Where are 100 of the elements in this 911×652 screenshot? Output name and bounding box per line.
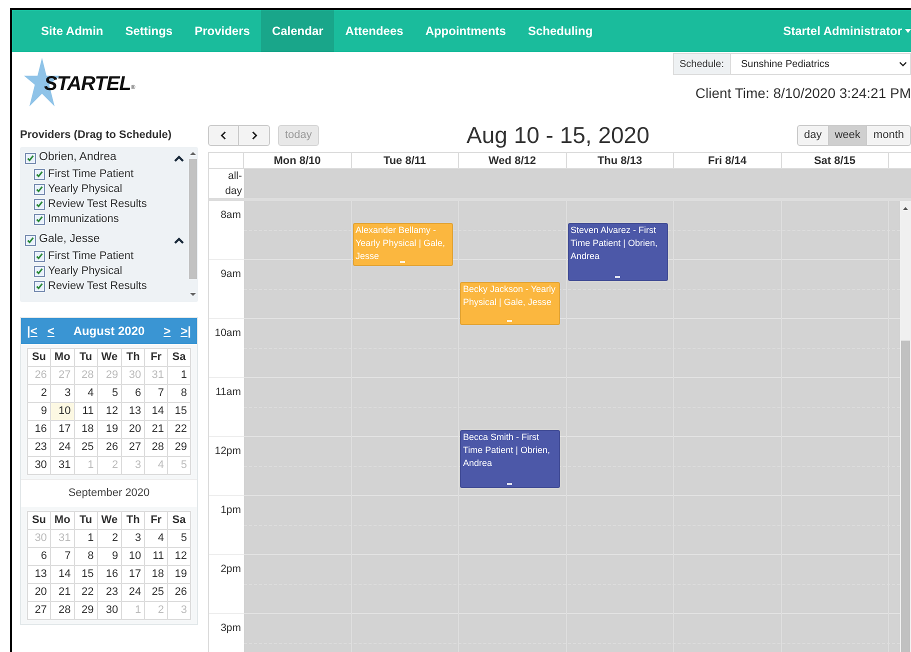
chevron-up-icon[interactable] xyxy=(174,236,184,244)
appointment-event[interactable]: Becca Smith - First Time Patient | Obrien, Andrea xyxy=(460,430,560,488)
day-cell[interactable]: 30 xyxy=(28,456,50,474)
appointment-type[interactable]: First Time Patient xyxy=(48,166,134,182)
checkbox[interactable] xyxy=(34,214,45,224)
day-header: Wed 8/12 xyxy=(459,153,566,168)
appointment-type[interactable]: Immunizations xyxy=(48,210,119,228)
day-cell[interactable]: 1 xyxy=(74,529,98,547)
day-cell[interactable]: 15 xyxy=(168,402,190,420)
day-cell[interactable]: 21 xyxy=(144,420,168,438)
day-cell[interactable]: 29 xyxy=(74,601,98,619)
day-cell[interactable]: 13 xyxy=(28,565,50,583)
appointment-event[interactable]: Steven Alvarez - First Time Patient | Obrien, Andrea xyxy=(568,223,668,281)
checkbox[interactable] xyxy=(34,184,45,194)
day-cell[interactable]: 12 xyxy=(97,402,122,420)
day-cell[interactable]: 31 xyxy=(50,456,74,474)
day-cell[interactable]: 30 xyxy=(97,601,122,619)
schedule-select[interactable]: Schedule: Sunshine Pediatrics xyxy=(672,53,911,75)
day-cell[interactable]: 2 xyxy=(97,529,122,547)
chevron-left-icon xyxy=(220,130,227,140)
day-cell[interactable]: 8 xyxy=(168,384,190,402)
day-cell[interactable]: 23 xyxy=(97,583,122,601)
day-cell[interactable]: 11 xyxy=(74,402,98,420)
day-cell[interactable]: 12 xyxy=(168,547,190,565)
day-cell[interactable]: 9 xyxy=(28,402,50,420)
day-cell[interactable]: 15 xyxy=(74,565,98,583)
day-cell[interactable]: 7 xyxy=(50,547,74,565)
resize-handle-icon[interactable] xyxy=(614,276,620,278)
day-cell[interactable]: 17 xyxy=(50,420,74,438)
day-cell[interactable]: 5 xyxy=(168,529,190,547)
weekday-header: Tu xyxy=(74,511,98,529)
day-cell[interactable]: 23 xyxy=(28,438,50,456)
day-cell[interactable]: 25 xyxy=(74,438,98,456)
appointment-type[interactable]: Review Test Results xyxy=(48,278,147,294)
provider-name[interactable]: Obrien, Andrea xyxy=(39,149,116,167)
day-cell[interactable]: 19 xyxy=(97,420,122,438)
weekday-header: Mo xyxy=(50,511,74,529)
day-cell[interactable]: 2 xyxy=(28,384,50,402)
day-cell[interactable]: 6 xyxy=(122,384,145,402)
resize-handle-icon[interactable] xyxy=(507,320,512,322)
chevron-up-icon[interactable] xyxy=(174,154,184,162)
view-button[interactable]: month xyxy=(867,124,911,146)
day-cell[interactable]: 9 xyxy=(97,547,122,565)
day-cell[interactable]: 11 xyxy=(144,547,168,565)
resize-handle-icon[interactable] xyxy=(400,261,404,263)
day-cell[interactable]: 6 xyxy=(28,547,50,565)
checkbox[interactable] xyxy=(34,250,45,262)
day-cell[interactable]: 16 xyxy=(97,565,122,583)
day-cell[interactable]: 10 xyxy=(50,402,74,420)
view-button[interactable]: week xyxy=(828,124,868,146)
scrollbar-drawing[interactable] xyxy=(900,201,911,652)
day-cell[interactable]: 20 xyxy=(122,420,145,438)
day-cell[interactable]: 4 xyxy=(74,384,98,402)
day-cell[interactable]: 22 xyxy=(168,420,190,438)
resize-handle-icon[interactable] xyxy=(507,483,512,485)
day-cell[interactable]: 8 xyxy=(74,547,98,565)
appointment-type[interactable]: First Time Patient xyxy=(48,248,134,264)
day-cell[interactable]: 26 xyxy=(168,583,190,601)
day-cell[interactable]: 3 xyxy=(122,529,145,547)
day-cell[interactable]: 29 xyxy=(168,438,190,456)
day-cell[interactable]: 27 xyxy=(122,438,145,456)
day-cell[interactable]: 5 xyxy=(97,384,122,402)
day-cell[interactable]: 28 xyxy=(50,601,74,619)
day-cell[interactable]: 18 xyxy=(144,565,168,583)
day-cell[interactable]: 28 xyxy=(144,438,168,456)
weekday-header: Th xyxy=(122,348,145,366)
next-button[interactable] xyxy=(239,124,270,146)
day-cell[interactable]: 17 xyxy=(122,565,145,583)
day-cell[interactable]: 26 xyxy=(97,438,122,456)
view-button[interactable]: day xyxy=(796,124,829,146)
checkbox[interactable] xyxy=(34,198,45,210)
day-cell[interactable]: 7 xyxy=(144,384,168,402)
checkbox[interactable] xyxy=(25,234,36,246)
day-cell[interactable]: 4 xyxy=(144,529,168,547)
day-cell[interactable]: 14 xyxy=(144,402,168,420)
day-cell[interactable]: 1 xyxy=(168,366,190,384)
day-cell[interactable]: 18 xyxy=(74,420,98,438)
checkbox[interactable] xyxy=(34,266,45,276)
day-cell[interactable]: 10 xyxy=(122,547,145,565)
provider-name[interactable]: Gale, Jesse xyxy=(39,231,100,249)
appointment-type[interactable]: Review Test Results xyxy=(48,196,147,212)
appointment-type[interactable]: Yearly Physical xyxy=(48,180,122,198)
day-cell[interactable]: 16 xyxy=(28,420,50,438)
day-cell[interactable]: 21 xyxy=(50,583,74,601)
day-cell[interactable]: 14 xyxy=(50,565,74,583)
day-cell[interactable]: 3 xyxy=(50,384,74,402)
day-cell[interactable]: 25 xyxy=(144,583,168,601)
time-label: 12pm xyxy=(214,445,241,457)
checkbox[interactable] xyxy=(34,280,45,292)
day-cell[interactable]: 20 xyxy=(28,583,50,601)
appointment-type[interactable]: Yearly Physical xyxy=(48,262,122,280)
day-cell[interactable]: 24 xyxy=(50,438,74,456)
day-cell[interactable]: 24 xyxy=(122,583,145,601)
day-cell[interactable]: 19 xyxy=(168,565,190,583)
checkbox[interactable] xyxy=(25,152,36,164)
day-cell[interactable]: 13 xyxy=(122,402,145,420)
checkbox[interactable] xyxy=(34,168,45,180)
day-cell[interactable]: 22 xyxy=(74,583,98,601)
day-cell[interactable]: 27 xyxy=(28,601,50,619)
previous-button[interactable] xyxy=(208,124,239,146)
